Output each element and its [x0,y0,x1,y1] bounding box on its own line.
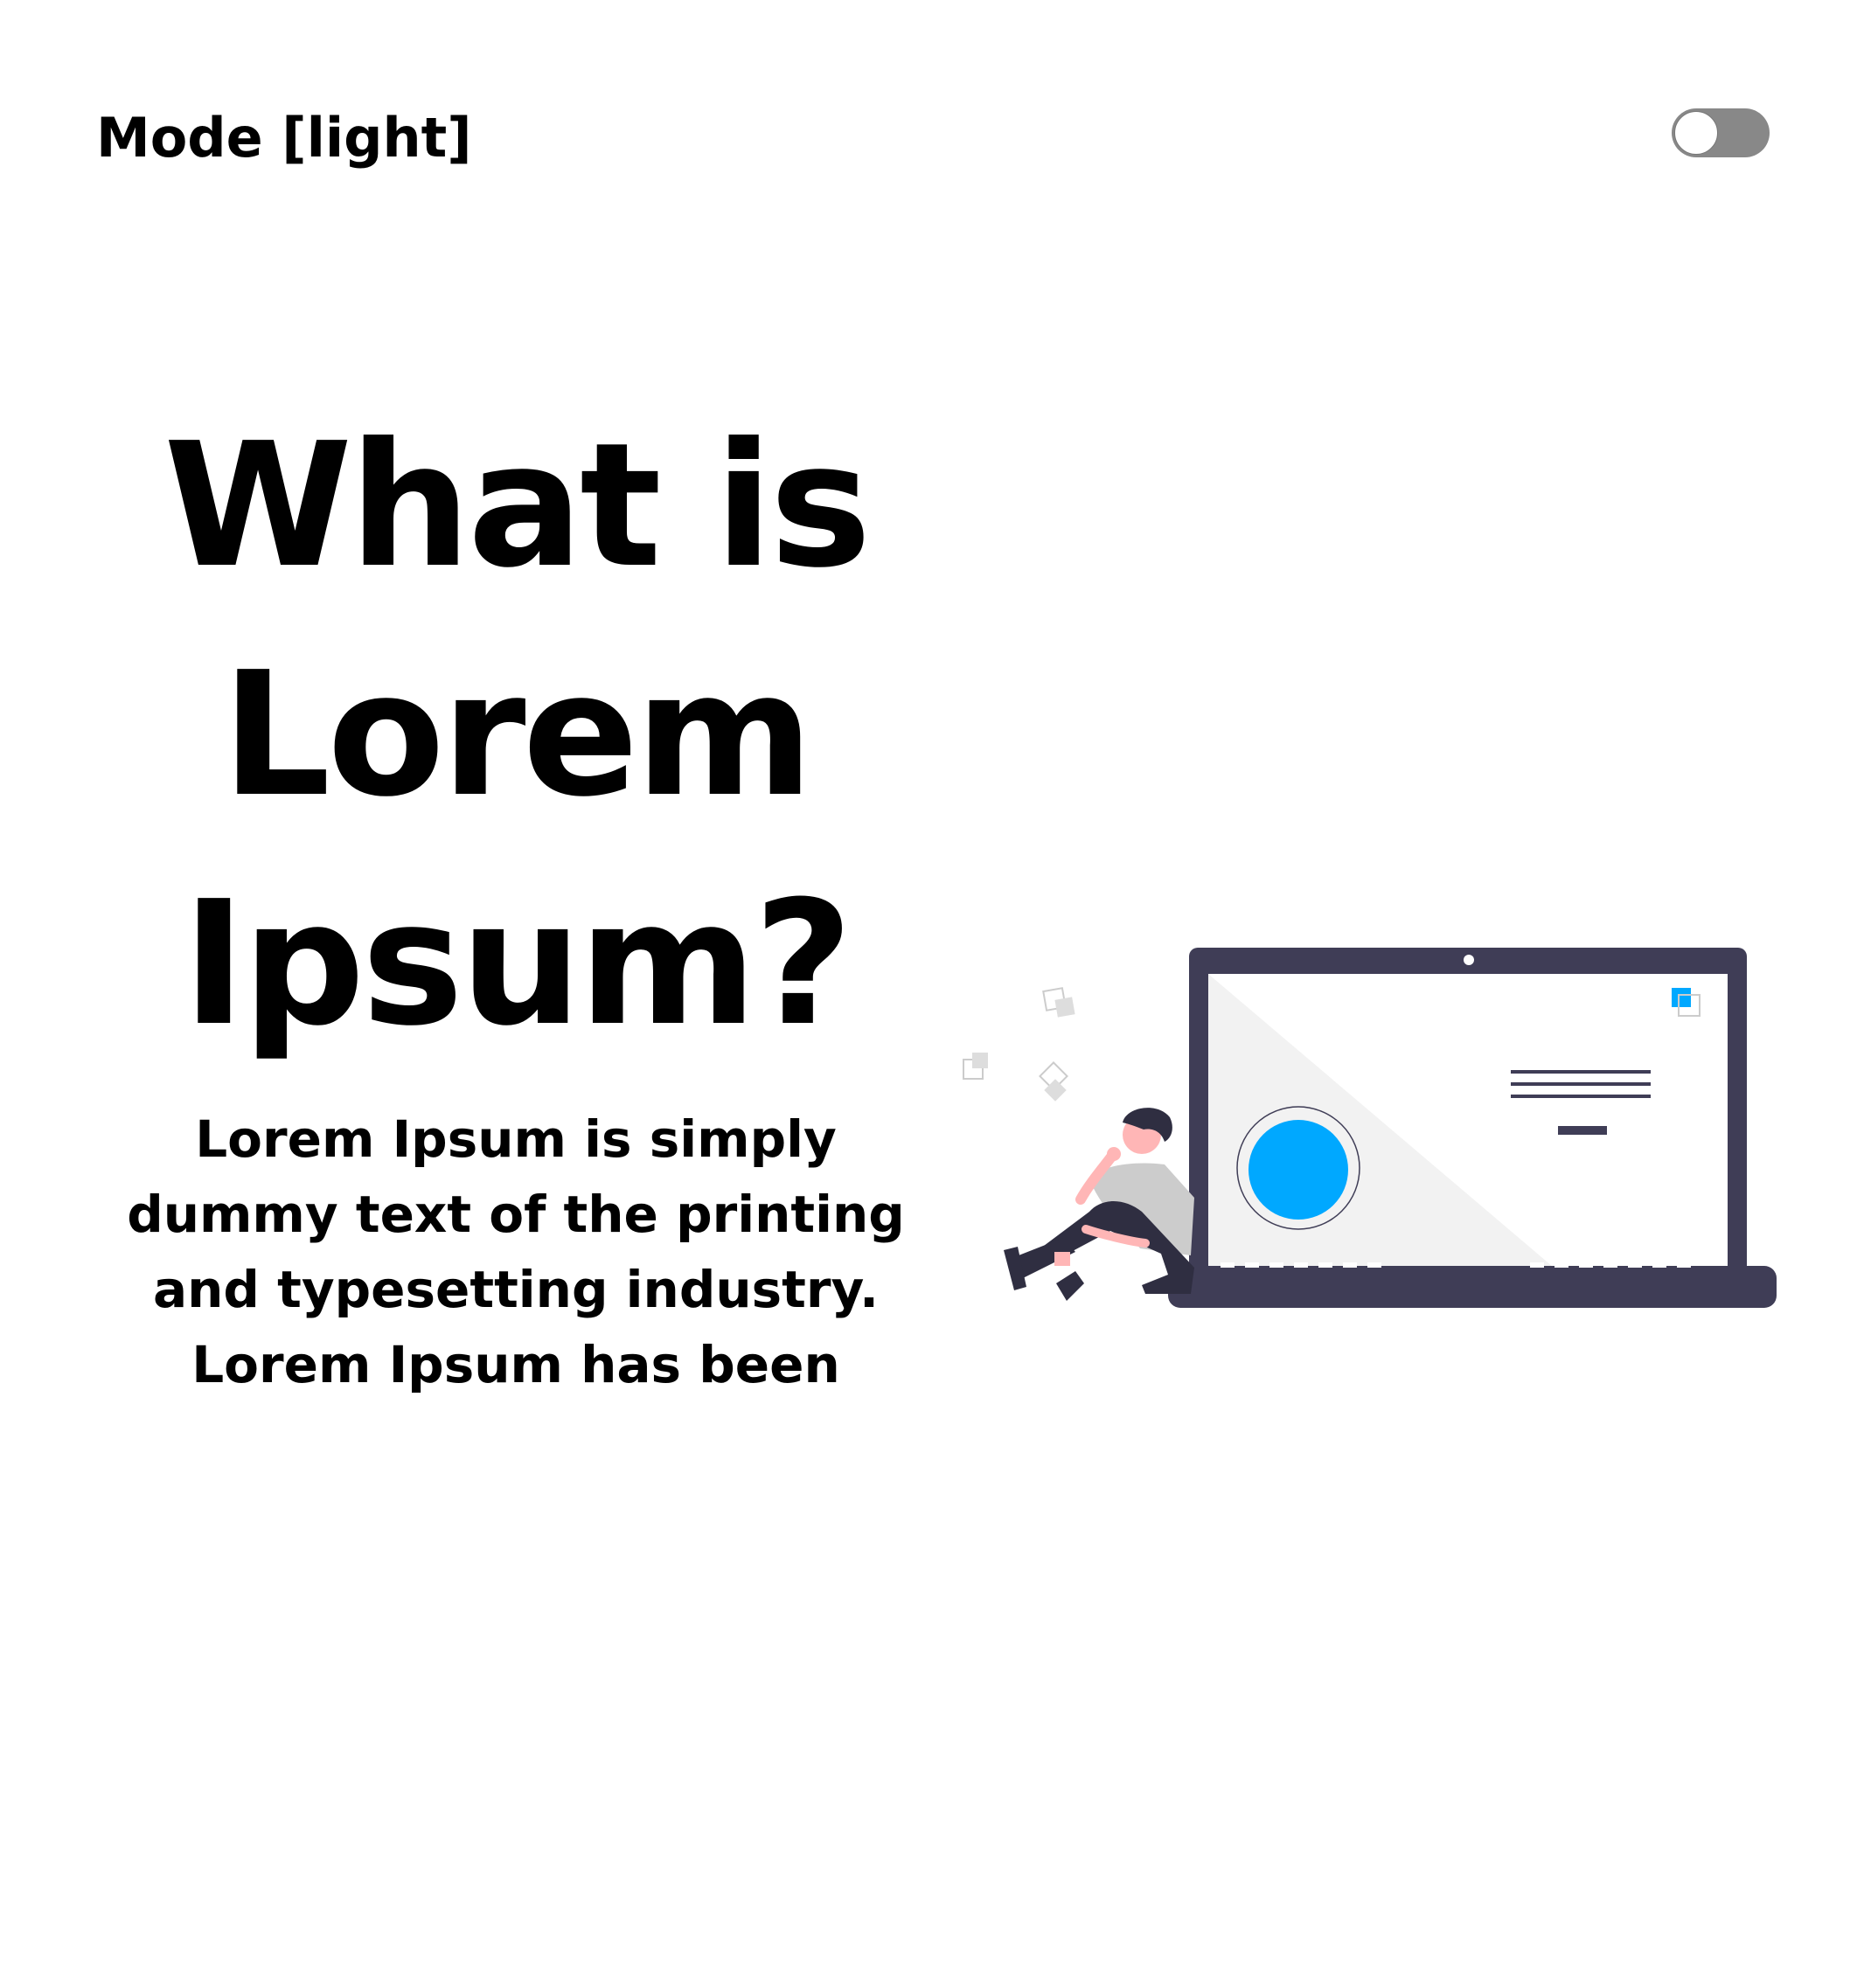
page: Mode [light] What is Lorem Ipsum? Lorem … [0,0,1864,1988]
person-with-laptop-illustration [963,948,1777,1308]
floating-squares-icon [963,987,1075,1102]
toggle-knob [1674,111,1718,155]
mode-label: Mode [light] [96,106,472,170]
hero-description: Lorem Ipsum is simply dummy text of the … [127,1109,905,1394]
person-icon [1004,1108,1194,1301]
hero-title: What is Lorem Ipsum? [163,407,872,1064]
laptop-icon [1168,948,1777,1308]
theme-toggle[interactable] [1672,108,1770,157]
